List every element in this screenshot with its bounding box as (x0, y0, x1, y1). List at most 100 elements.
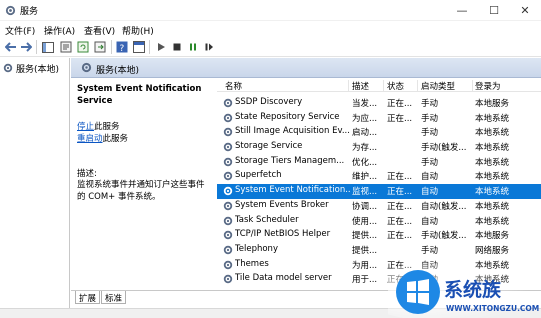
xitongzu-watermark-logo: 系统族 WWW.XITONGZU.COM (388, 262, 539, 318)
watermark-url: WWW.XITONGZU.COM (446, 304, 539, 313)
column-header-logon[interactable]: 登录为 (475, 80, 535, 92)
services-gear-icon (5, 5, 16, 16)
service-status: 正在... (387, 172, 413, 183)
pause-service-icon[interactable] (186, 40, 200, 54)
menu-bar: 文件(F) 操作(A) 查看(V) 帮助(H) (0, 21, 541, 37)
gear-icon (81, 62, 92, 73)
table-row[interactable]: Storage Tiers Managem... 优化... 手动 本地系统 (217, 155, 541, 170)
service-name: State Repository Service (235, 111, 340, 122)
service-logon: 本地系统 (475, 128, 510, 139)
watermark-brand: 系统族 (444, 278, 502, 301)
show-tree-icon[interactable] (41, 40, 55, 54)
svg-text:?: ? (120, 44, 125, 53)
column-header-name[interactable]: 名称 (225, 80, 349, 92)
forward-arrow-icon[interactable] (19, 40, 33, 54)
console-icon[interactable] (132, 40, 146, 54)
stop-service-icon[interactable] (170, 40, 184, 54)
restart-service-suffix: 此服务 (102, 134, 129, 144)
tree-node-label: 服务(本地) (16, 64, 60, 75)
service-startup-type: 自动(触发... (421, 201, 467, 212)
service-gear-icon (223, 201, 233, 211)
service-gear-icon (223, 142, 233, 152)
table-row[interactable]: Task Scheduler 使用... 正在... 自动 本地系统 (217, 214, 541, 229)
description-label: 描述: (77, 169, 97, 179)
service-gear-icon (223, 186, 233, 196)
service-description: 监视... (352, 187, 378, 198)
menu-view[interactable]: 查看(V) (84, 24, 115, 37)
close-button[interactable]: ✕ (509, 0, 541, 21)
stop-service-link[interactable]: 停止 (77, 122, 94, 132)
column-header-startup[interactable]: 启动类型 (421, 80, 473, 92)
properties-icon[interactable] (59, 40, 73, 54)
service-gear-icon (223, 230, 233, 240)
service-name: SSDP Discovery (235, 97, 303, 107)
service-logon: 本地服务 (475, 231, 510, 242)
table-row[interactable]: Storage Service 为存... 手动(触发... 本地系统 (217, 140, 541, 155)
service-name: Themes (235, 258, 269, 269)
gear-icon (3, 63, 13, 73)
service-logon: 本地系统 (475, 113, 510, 124)
service-startup-type: 手动(触发... (421, 143, 467, 154)
stop-service-suffix: 此服务 (94, 122, 120, 132)
service-logon: 本地服务 (475, 99, 510, 109)
service-startup-type: 手动 (421, 128, 439, 139)
toolbar: ? (0, 37, 541, 57)
service-gear-icon (223, 157, 233, 166)
toolbar-separator (149, 40, 150, 54)
service-startup-type: 手动 (421, 99, 439, 109)
refresh-icon[interactable] (76, 40, 90, 54)
service-gear-icon (223, 260, 233, 269)
restart-service-link[interactable]: 重启动 (77, 134, 103, 144)
service-name: Storage Tiers Managem... (235, 155, 345, 166)
table-row[interactable]: System Event Notification... 监视... 正在... 自动… (217, 184, 541, 199)
menu-help[interactable]: 帮助(H) (122, 24, 154, 37)
service-logon: 本地系统 (475, 143, 510, 154)
service-name: Tile Data model server (235, 273, 332, 284)
maximize-button[interactable]: ☐ (478, 0, 510, 21)
service-logon: 本地系统 (475, 201, 510, 212)
service-description: 当发... (352, 99, 378, 109)
export-list-icon[interactable] (93, 40, 107, 54)
service-name: TCP/IP NetBIOS Helper (235, 229, 331, 240)
menu-file[interactable]: 文件(F) (5, 24, 35, 37)
table-row[interactable]: SSDP Discovery 当发... 正在... 手动 本地服务 (217, 96, 541, 111)
service-description: 使用... (352, 216, 378, 227)
service-status: 正在... (387, 113, 413, 124)
window-title: 服务 (20, 7, 39, 17)
tree-node-services-local[interactable]: 服务(本地) (3, 61, 59, 75)
column-header-status[interactable]: 状态 (387, 80, 418, 92)
back-arrow-icon[interactable] (4, 40, 18, 54)
table-row[interactable]: System Events Broker 协调... 正在... 自动(触发... 本地… (217, 199, 541, 214)
service-startup-type: 自动 (421, 187, 439, 198)
restart-service-icon[interactable] (202, 40, 216, 54)
service-startup-type: 自动 (421, 172, 439, 183)
service-name: Storage Service (235, 141, 303, 152)
start-service-icon[interactable] (154, 40, 168, 54)
service-name: Superfetch (235, 170, 282, 181)
help-icon[interactable]: ? (115, 40, 129, 54)
table-row[interactable]: State Repository Service 为应... 正在... 手动 本地系统 (217, 111, 541, 126)
service-status: 正在... (387, 216, 413, 227)
table-row[interactable]: TCP/IP NetBIOS Helper 提供... 正在... 手动(触发... 本… (217, 228, 541, 243)
table-row[interactable]: Telephony 提供... 手动 网络服务 (217, 243, 541, 258)
service-gear-icon (223, 172, 233, 181)
menu-action[interactable]: 操作(A) (44, 24, 75, 37)
table-row[interactable]: Still Image Acquisition Ev... 启动... 手动 本地系统 (217, 125, 541, 140)
service-gear-icon (223, 128, 233, 137)
services-list: 名称 ^ 描述 状态 启动类型 登录为 SSDP Discovery 当发... 正… (217, 78, 541, 290)
tab-standard[interactable]: 标准 (101, 291, 127, 304)
tab-extended[interactable]: 扩展 (75, 291, 101, 304)
service-startup-type: 自动 (421, 216, 439, 227)
table-row[interactable]: Superfetch 维护... 正在... 自动 本地系统 (217, 169, 541, 184)
minimize-button[interactable]: — (446, 0, 478, 21)
service-startup-type: 手动(触发... (421, 231, 467, 242)
column-header-description[interactable]: 描述 (352, 80, 384, 92)
service-description: 为应... (352, 113, 378, 124)
title-bar: 服务 — ☐ ✕ (0, 0, 541, 21)
service-name: System Event Notification... (235, 185, 351, 196)
stop-service-line: 停止此服务 (77, 120, 120, 132)
restart-service-line: 重启动此服务 (77, 132, 128, 144)
service-name: System Events Broker (235, 199, 329, 210)
service-status: 正在... (387, 187, 413, 198)
service-description: 用于... (352, 275, 378, 286)
